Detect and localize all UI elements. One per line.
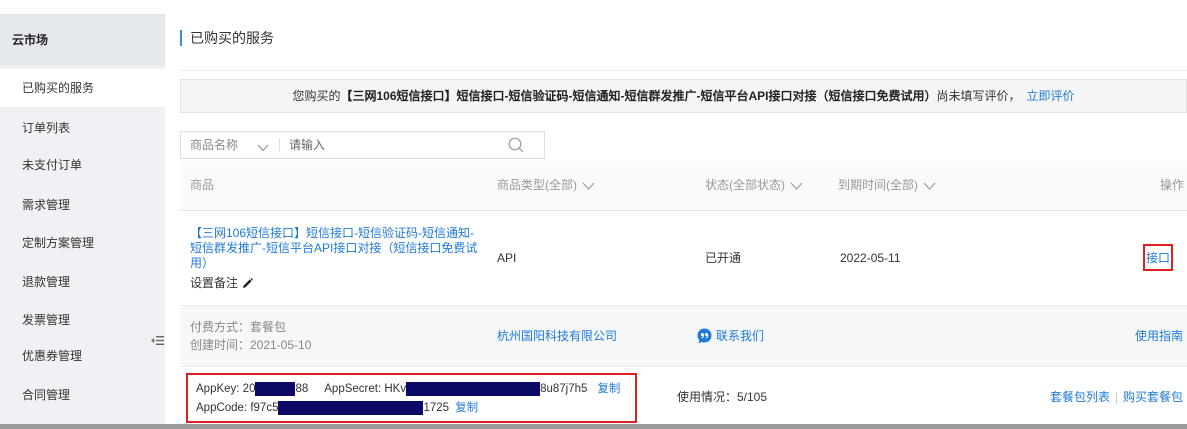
- sidebar-item-refunds[interactable]: 退款管理: [0, 263, 165, 301]
- contact-us-button[interactable]: 联系我们: [697, 328, 764, 344]
- link-divider: [1116, 391, 1118, 404]
- appcode-prefix: AppCode: f97c5: [196, 402, 279, 414]
- chevron-down-icon: [923, 182, 936, 190]
- sidebar-item-coupons[interactable]: 优惠券管理: [0, 337, 165, 375]
- credentials-line-appcode: AppCode: f97c5 1725 复制: [196, 401, 478, 415]
- column-header-label: 操作: [1160, 178, 1185, 192]
- column-header-label: 状态(全部状态): [705, 178, 785, 192]
- search-icon[interactable]: [508, 137, 524, 156]
- appsecret-prefix: AppSecret: HKv: [324, 383, 407, 395]
- sidebar-item-unpaid-orders[interactable]: 未支付订单: [0, 146, 165, 184]
- column-header-type-filter[interactable]: 商品类型(全部): [497, 178, 595, 193]
- created-time: 创建时间：2021-05-10: [190, 338, 312, 352]
- notice-suffix: 尚未填写评价，: [936, 89, 1021, 103]
- highlight-box: 接口: [1143, 244, 1173, 271]
- user-guide-link[interactable]: 使用指南: [1135, 329, 1183, 344]
- appcode-suffix: 1725: [423, 402, 450, 414]
- chevron-down-icon: [582, 182, 595, 190]
- set-note-button[interactable]: 设置备注: [190, 276, 254, 291]
- api-interface-link[interactable]: 接口: [1146, 249, 1170, 266]
- notice-prefix: 您购买的: [292, 89, 341, 103]
- column-header-expiry-filter[interactable]: 到期时间(全部): [838, 178, 936, 193]
- pencil-icon: [243, 278, 254, 288]
- buy-package-link[interactable]: 购买套餐包: [1123, 390, 1183, 405]
- payment-method: 付费方式：套餐包: [190, 320, 287, 334]
- highlight-box: [186, 373, 637, 423]
- sidebar-item-purchased-services[interactable]: 已购买的服务: [0, 69, 165, 107]
- vendor-link[interactable]: 杭州国阳科技有限公司: [497, 329, 617, 344]
- title-accent-bar: [180, 30, 182, 46]
- sidebar-item-orders[interactable]: 订单列表: [0, 109, 165, 147]
- search-input[interactable]: [287, 135, 487, 155]
- product-name-link[interactable]: 【三网106短信接口】短信接口-短信验证码-短信通知-短信群发推广-短信平台AP…: [190, 226, 482, 271]
- appsecret-suffix: 8u87j7h5: [540, 383, 588, 395]
- redaction-block: [278, 401, 424, 415]
- copy-appkey-button[interactable]: 复制: [597, 382, 620, 396]
- page-title: 已购买的服务: [190, 30, 274, 46]
- chat-icon: [697, 328, 712, 344]
- search-bar: 商品名称: [180, 131, 545, 159]
- appkey-prefix: AppKey: 20: [196, 383, 256, 395]
- notice-product-name: 【三网106短信接口】短信接口-短信验证码-短信通知-短信群发推广-短信平台AP…: [340, 89, 937, 103]
- package-list-link[interactable]: 套餐包列表: [1050, 390, 1110, 405]
- sidebar-item-contracts[interactable]: 合同管理: [0, 376, 165, 414]
- table-row-details: [180, 306, 1187, 367]
- chevron-down-icon[interactable]: [257, 141, 269, 155]
- sidebar: 云市场 已购买的服务 订单列表 未支付订单 需求管理 定制方案管理 退款管理 发…: [0, 14, 165, 424]
- sidebar-item-requirements[interactable]: 需求管理: [0, 186, 165, 224]
- column-header-status-filter[interactable]: 状态(全部状态): [705, 178, 803, 193]
- title-divider: [180, 70, 1187, 71]
- sidebar-header: 云市场: [0, 14, 165, 66]
- collapse-sidebar-icon[interactable]: [151, 334, 164, 347]
- column-header-label: 商品: [190, 178, 215, 192]
- usage-count: 使用情况：5/105: [677, 390, 768, 404]
- expiry-date: 2022-05-11: [840, 251, 901, 265]
- redaction-block: [255, 382, 296, 396]
- column-header-label: 到期时间(全部): [838, 178, 918, 192]
- sidebar-item-invoices[interactable]: 发票管理: [0, 301, 165, 339]
- column-header-label: 商品类型(全部): [497, 178, 577, 192]
- status-text: 已开通: [705, 251, 742, 265]
- appkey-suffix: 88: [295, 383, 309, 395]
- package-actions: 套餐包列表 购买套餐包: [1050, 390, 1183, 405]
- copy-appcode-button[interactable]: 复制: [455, 401, 478, 415]
- review-notice: 您购买的【三网106短信接口】短信接口-短信验证码-短信通知-短信群发推广-短信…: [180, 79, 1187, 113]
- search-field-select[interactable]: 商品名称: [190, 132, 238, 158]
- table-header: [180, 161, 1187, 211]
- contact-us-label: 联系我们: [716, 328, 765, 343]
- horizontal-scrollbar[interactable]: [0, 424, 1187, 429]
- search-divider: [279, 139, 280, 151]
- product-type: API: [497, 251, 517, 265]
- sidebar-item-custom-plans[interactable]: 定制方案管理: [0, 224, 165, 262]
- redaction-block: [406, 382, 541, 396]
- set-note-label: 设置备注: [190, 276, 239, 290]
- column-header-product: 商品: [190, 178, 214, 193]
- credentials-line-appkey-appsecret: AppKey: 20 88 AppSecret: HKv 8u87j7h5 复制: [196, 382, 620, 396]
- chevron-down-icon: [790, 182, 803, 190]
- review-now-link[interactable]: 立即评价: [1027, 89, 1075, 103]
- column-header-action: 操作: [1160, 178, 1184, 193]
